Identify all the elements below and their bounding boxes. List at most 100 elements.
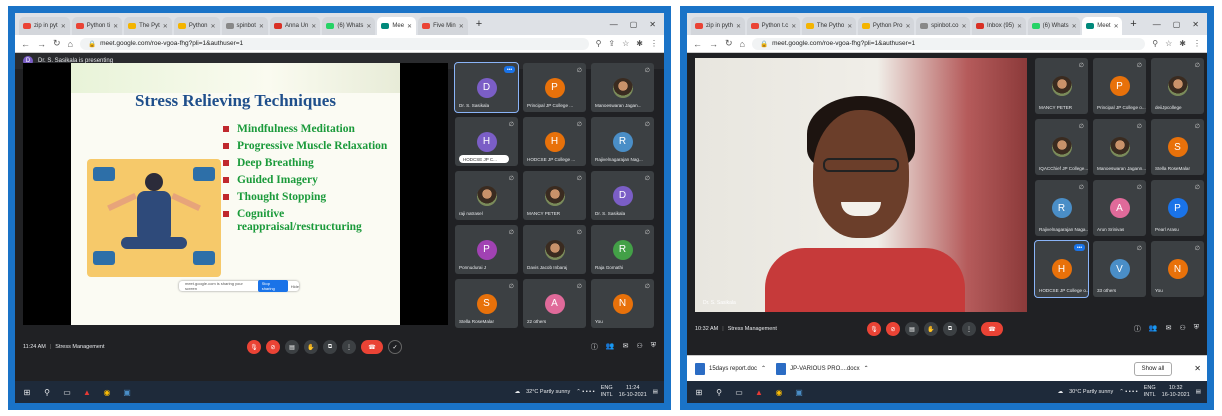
- language-indicator[interactable]: ENG INTL: [1144, 385, 1156, 399]
- task-view-icon[interactable]: ▭: [733, 386, 745, 398]
- close-tab-icon[interactable]: ✕: [61, 23, 66, 30]
- end-call-button[interactable]: ☎: [361, 340, 383, 354]
- notification-icon[interactable]: ▤: [1196, 389, 1201, 395]
- browser-tab[interactable]: spinbot.co ✕: [916, 17, 971, 35]
- close-tab-icon[interactable]: ✕: [259, 23, 264, 30]
- close-tab-icon[interactable]: ✕: [1017, 23, 1022, 30]
- participant-tile[interactable]: ∅ Manoeswaran Jagann...: [1093, 119, 1146, 175]
- participant-tile[interactable]: R ∅ Rajivelnagarajan Naga...: [1035, 180, 1088, 236]
- pdf-app-icon[interactable]: ▲: [81, 386, 93, 398]
- close-tab-icon[interactable]: ✕: [1072, 23, 1077, 30]
- browser-tab[interactable]: spinbot ✕: [221, 17, 268, 35]
- participant-tile[interactable]: ∅ Davis Jacob Inbaraj: [523, 225, 586, 274]
- extensions-icon[interactable]: ✱: [636, 39, 643, 48]
- participant-tile[interactable]: ∅ MANCY PETER: [523, 171, 586, 220]
- activities-icon[interactable]: ⚇: [1179, 324, 1185, 334]
- participant-tile[interactable]: S ∅ Stella RoseMalar: [455, 279, 518, 328]
- raise-hand-icon[interactable]: ✋: [924, 322, 938, 336]
- info-icon[interactable]: ⓘ: [1134, 324, 1141, 334]
- mic-off-icon[interactable]: 🎙: [247, 340, 261, 354]
- chrome-icon[interactable]: ◉: [773, 386, 785, 398]
- maximize-icon[interactable]: ▢: [630, 20, 638, 29]
- participant-tile[interactable]: ∅ Manoeswaran Jagan...: [591, 63, 654, 112]
- close-tab-icon[interactable]: ✕: [791, 23, 796, 30]
- browser-tab[interactable]: (6) Whats ✕: [322, 17, 376, 35]
- participant-tile[interactable]: D ∅ Dr. S. Sasikala: [591, 171, 654, 220]
- camera-off-icon[interactable]: ⊘: [886, 322, 900, 336]
- participant-tile[interactable]: N ∅ You: [1151, 241, 1204, 297]
- host-controls-icon[interactable]: ⛨: [1194, 324, 1199, 334]
- hide-button[interactable]: Hide: [291, 284, 299, 289]
- close-window-icon[interactable]: ✕: [1192, 20, 1199, 29]
- info-icon[interactable]: ⓘ: [591, 342, 598, 352]
- tray-icons[interactable]: ⌃ ▪ ▪ ▪ ▪: [576, 389, 595, 395]
- participant-tile[interactable]: P ∅ Pearl Arasu: [1151, 180, 1204, 236]
- close-tab-icon[interactable]: ✕: [113, 23, 118, 30]
- close-tab-icon[interactable]: ✕: [906, 23, 911, 30]
- close-tab-icon[interactable]: ✕: [459, 23, 464, 30]
- participant-tile[interactable]: N ∅ You: [591, 279, 654, 328]
- raise-hand-icon[interactable]: ✋: [304, 340, 318, 354]
- zoom-icon[interactable]: ⚲: [596, 39, 602, 48]
- host-controls-icon[interactable]: ⛨: [651, 342, 656, 352]
- show-all-button[interactable]: Show all: [1133, 361, 1173, 376]
- browser-tab[interactable]: zip in pyth ✕: [691, 17, 745, 35]
- browser-tab[interactable]: Meet ✕: [1082, 17, 1123, 35]
- browser-tab[interactable]: The Pyt ✕: [124, 17, 172, 35]
- browser-tab[interactable]: Python ✕: [173, 17, 220, 35]
- system-clock[interactable]: 10:32 16-10-2021: [1162, 385, 1190, 399]
- close-tab-icon[interactable]: ✕: [311, 23, 316, 30]
- task-view-icon[interactable]: ▭: [61, 386, 73, 398]
- browser-tab[interactable]: Anna Un ✕: [269, 17, 321, 35]
- people-icon[interactable]: 👥: [606, 342, 615, 352]
- browser-tab[interactable]: Python t.c ✕: [746, 17, 800, 35]
- new-tab-icon[interactable]: +: [470, 18, 488, 30]
- url-field[interactable]: 🔒 meet.google.com/roe-vgoa-fhg?pli=1&auth…: [79, 37, 589, 50]
- end-call-button[interactable]: ☎: [981, 322, 1003, 336]
- reload-icon[interactable]: ↻: [725, 38, 733, 49]
- browser-tab[interactable]: The Pytho ✕: [801, 17, 856, 35]
- more-options-icon[interactable]: ⋮: [342, 340, 356, 354]
- reload-icon[interactable]: ↻: [53, 38, 61, 49]
- chevron-up-icon[interactable]: ⌃: [864, 365, 869, 372]
- windows-start-icon[interactable]: ⊞: [21, 386, 33, 398]
- participant-tile[interactable]: ∅ deiiJpcollege: [1151, 58, 1204, 114]
- home-icon[interactable]: ⌂: [740, 39, 745, 49]
- tray-icons[interactable]: ⌃ ▪ ▪ ▪ ▪: [1119, 389, 1138, 395]
- star-icon[interactable]: ☆: [622, 39, 629, 48]
- close-tab-icon[interactable]: ✕: [847, 23, 852, 30]
- participant-tile[interactable]: V ∅ 33 others: [1093, 241, 1146, 297]
- chat-icon[interactable]: ✉: [623, 342, 629, 352]
- browser-tab[interactable]: Inbox (95) ✕: [972, 17, 1026, 35]
- camera-off-icon[interactable]: ⊘: [266, 340, 280, 354]
- share-icon[interactable]: ⇪: [608, 39, 615, 48]
- extensions-icon[interactable]: ✱: [1179, 39, 1186, 48]
- participant-tile[interactable]: P ∅ Ponnudurai J: [455, 225, 518, 274]
- minimize-icon[interactable]: —: [610, 20, 618, 29]
- menu-icon[interactable]: ⋮: [1193, 39, 1201, 48]
- close-tab-icon[interactable]: ✕: [366, 23, 371, 30]
- search-icon[interactable]: ⚲: [41, 386, 53, 398]
- close-tab-icon[interactable]: ✕: [961, 23, 966, 30]
- participant-tile[interactable]: A ∅ 22 others: [523, 279, 586, 328]
- language-indicator[interactable]: ENG INTL: [601, 385, 613, 399]
- participant-tile[interactable]: P ∅ Principal JP College ...: [523, 63, 586, 112]
- browser-tab[interactable]: Python Pro ✕: [857, 17, 915, 35]
- participant-tile[interactable]: ∅ MANCY PETER: [1035, 58, 1088, 114]
- browser-tab[interactable]: Five Min ✕: [418, 17, 468, 35]
- forward-icon[interactable]: →: [37, 39, 46, 49]
- mic-off-icon[interactable]: 🎙: [867, 322, 881, 336]
- participant-tile[interactable]: H ••• HODCSE JP College o...: [1034, 240, 1089, 298]
- browser-tab[interactable]: zip in pyt ✕: [19, 17, 70, 35]
- more-options-icon[interactable]: ⋮: [962, 322, 976, 336]
- back-icon[interactable]: ←: [21, 39, 30, 49]
- people-icon[interactable]: 👥: [1149, 324, 1158, 334]
- participant-tile[interactable]: H ∅ HODCSE JP C...: [455, 117, 518, 166]
- maximize-icon[interactable]: ▢: [1173, 20, 1181, 29]
- participant-tile[interactable]: S ∅ Stella RoseMalar: [1151, 119, 1204, 175]
- browser-tab[interactable]: Mee ✕: [377, 17, 417, 35]
- chat-icon[interactable]: ✉: [1166, 324, 1172, 334]
- download-item[interactable]: 15days report.doc ⌃: [695, 362, 766, 375]
- participant-tile[interactable]: D ••• Dr. S. Sasikala: [454, 62, 519, 113]
- present-icon[interactable]: ⧉: [323, 340, 337, 354]
